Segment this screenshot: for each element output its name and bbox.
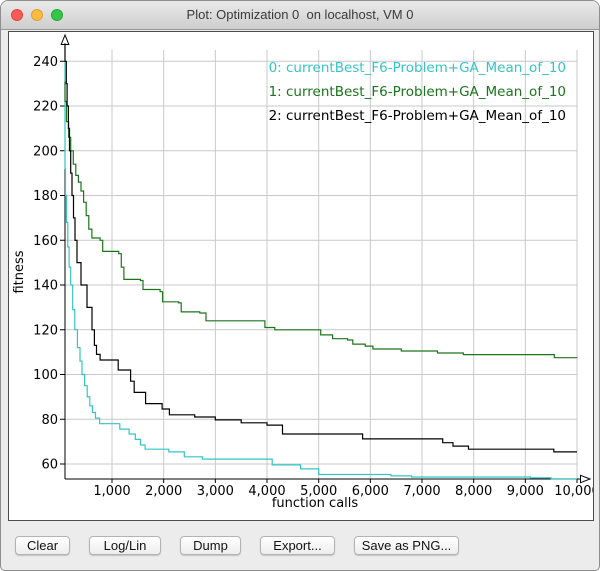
y-axis-arrow-icon [61,35,69,45]
y-tick-label: 80 [41,413,58,428]
legend-entry: 1: currentBest_F6-Problem+GA_Mean_of_10 [269,84,566,100]
x-tick-label: 2,000 [145,484,182,499]
window-controls [11,9,63,21]
x-axis-label: function calls [272,496,359,511]
x-tick-label: 10,000 [554,484,593,499]
x-tick-label: 8,000 [455,484,492,499]
export-button[interactable]: Export... [260,536,335,555]
titlebar[interactable]: Plot: Optimization 0 on localhost, VM 0 [1,1,599,30]
clear-button[interactable]: Clear [15,536,70,555]
y-tick-label: 220 [33,100,58,115]
x-tick-label: 1,000 [93,484,130,499]
x-axis-arrow-icon [581,475,591,482]
legend-entry: 0: currentBest_F6-Problem+GA_Mean_of_10 [269,60,566,76]
y-axis-label: fitness [12,250,27,293]
x-tick-label: 3,000 [197,484,234,499]
dump-button[interactable]: Dump [180,536,241,555]
plot-panel: 60 80 100 120 140 160 180 200 220 240 1,000 2,000 3,… [8,31,594,521]
y-tick-label: 60 [41,458,58,473]
legend-entry: 2: currentBest_F6-Problem+GA_Mean_of_10 [269,108,566,124]
y-tick-label: 200 [33,144,58,159]
y-tick-label: 160 [33,234,58,249]
zoom-icon[interactable] [51,9,63,21]
button-bar: Clear Log/Lin Dump Export... Save as PNG… [15,536,459,556]
close-icon[interactable] [11,9,23,21]
series-2-line [65,43,577,452]
plot-window: Plot: Optimization 0 on localhost, VM 0 … [0,0,600,571]
x-tick-label: 9,000 [507,484,544,499]
minimize-icon[interactable] [31,9,43,21]
y-tick-label: 100 [33,368,58,383]
save-png-button[interactable]: Save as PNG... [354,536,459,555]
y-tick-label: 240 [33,55,58,70]
loglin-button[interactable]: Log/Lin [89,536,161,555]
fitness-chart: 60 80 100 120 140 160 180 200 220 240 1,000 2,000 3,… [9,32,593,520]
window-title: Plot: Optimization 0 on localhost, VM 0 [1,1,599,29]
y-tick-label: 120 [33,323,58,338]
x-tick-label: 7,000 [403,484,440,499]
y-tick-label: 180 [33,189,58,204]
y-tick-label: 140 [33,279,58,294]
